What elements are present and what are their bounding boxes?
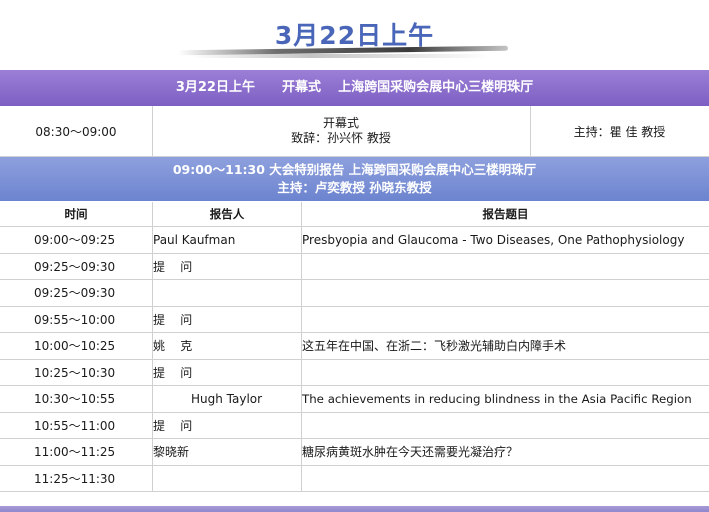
- opening-host: 主持：瞿 佳 教授: [573, 124, 666, 139]
- opening-details: 开幕式 致辞：孙兴怀 教授: [152, 106, 531, 156]
- row-speaker: 黎晓新: [152, 438, 302, 466]
- table-row: 10:55～11:00 提 问: [0, 412, 709, 439]
- bottom-bar: [0, 506, 709, 512]
- row-speaker: Paul Kaufman: [152, 226, 302, 254]
- page-title: 3月22日上午: [274, 21, 435, 50]
- opening-speech: 致辞：孙兴怀 教授: [291, 131, 391, 145]
- table-row: 10:25～10:30 提 问: [0, 359, 709, 386]
- row-time: 10:55～11:00: [0, 412, 153, 439]
- title-underline-shadow: [190, 54, 490, 58]
- table-header-row: 时间 报告人 报告题目: [0, 202, 709, 227]
- row-time: 09:25～09:30: [0, 279, 153, 307]
- row-time: 09:55～10:00: [0, 306, 153, 333]
- table-row: 11:25～11:30: [0, 465, 709, 492]
- opening-row: 08:30～09:00 开幕式 致辞：孙兴怀 教授 主持：瞿 佳 教授: [0, 106, 709, 157]
- row-topic: [301, 465, 709, 492]
- row-topic: [301, 359, 709, 386]
- opening-banner-event: 开幕式: [282, 80, 322, 95]
- row-time: 10:30～10:55: [0, 385, 153, 413]
- row-topic: [301, 279, 709, 307]
- opening-banner-date: 3月22日上午: [175, 80, 255, 95]
- opening-banner-venue: 上海跨国采购会展中心三楼明珠厅: [338, 80, 534, 95]
- row-topic: 糖尿病黄斑水肿在今天还需要光凝治疗？: [301, 438, 709, 466]
- table-row: 10:30～10:55 Hugh Taylor The achievements…: [0, 385, 709, 413]
- row-topic: [301, 253, 709, 280]
- opening-time: 08:30～09:00: [0, 106, 153, 156]
- row-speaker: [152, 465, 302, 492]
- table-row: 09:00～09:25 Paul Kaufman Presbyopia and …: [0, 226, 709, 254]
- row-speaker: 提 问: [152, 412, 302, 439]
- schedule-table: 时间 报告人 报告题目 09:00～09:25 Paul Kaufman Pre…: [0, 202, 709, 492]
- report-banner-host: 主持：卢奕教授 孙晓东教授: [277, 180, 432, 195]
- row-speaker: 提 问: [152, 306, 302, 333]
- row-speaker: [152, 279, 302, 307]
- row-topic: [301, 306, 709, 333]
- table-row: 09:25～09:30: [0, 279, 709, 307]
- row-speaker: Hugh Taylor: [152, 385, 302, 413]
- row-topic: [301, 412, 709, 439]
- row-speaker: 提 问: [152, 253, 302, 280]
- table-row: 11:00～11:25 黎晓新 糖尿病黄斑水肿在今天还需要光凝治疗？: [0, 438, 709, 466]
- header-time: 时间: [0, 202, 153, 227]
- opening-title: 开幕式: [322, 116, 359, 130]
- report-banner-title: 09:00～11:30 大会特别报告 上海跨国采购会展中心三楼明珠厅: [172, 162, 537, 177]
- row-topic: The achievements in reducing blindness i…: [301, 385, 709, 413]
- row-time: 09:00～09:25: [0, 226, 153, 254]
- row-time: 10:00～10:25: [0, 332, 153, 360]
- row-time: 11:25～11:30: [0, 465, 153, 492]
- table-row: 09:25～09:30 提 问: [0, 253, 709, 280]
- table-row: 10:00～10:25 姚 克 这五年在中国、在浙二：飞秒激光辅助白内障手术: [0, 332, 709, 360]
- row-topic: 这五年在中国、在浙二：飞秒激光辅助白内障手术: [301, 332, 709, 360]
- row-topic: Presbyopia and Glaucoma - Two Diseases, …: [301, 226, 709, 254]
- row-time: 10:25～10:30: [0, 359, 153, 386]
- page-header: 3月22日上午: [0, 0, 709, 68]
- row-speaker: 姚 克: [152, 332, 302, 360]
- row-time: 11:00～11:25: [0, 438, 153, 466]
- row-speaker: 提 问: [152, 359, 302, 386]
- table-row: 09:55～10:00 提 问: [0, 306, 709, 333]
- row-time: 09:25～09:30: [0, 253, 153, 280]
- opening-banner: 3月22日上午 开幕式 上海跨国采购会展中心三楼明珠厅: [0, 70, 709, 106]
- header-speaker: 报告人: [152, 202, 302, 227]
- report-banner: 09:00～11:30 大会特别报告 上海跨国采购会展中心三楼明珠厅 主持：卢奕…: [0, 157, 709, 201]
- header-topic: 报告题目: [301, 202, 709, 227]
